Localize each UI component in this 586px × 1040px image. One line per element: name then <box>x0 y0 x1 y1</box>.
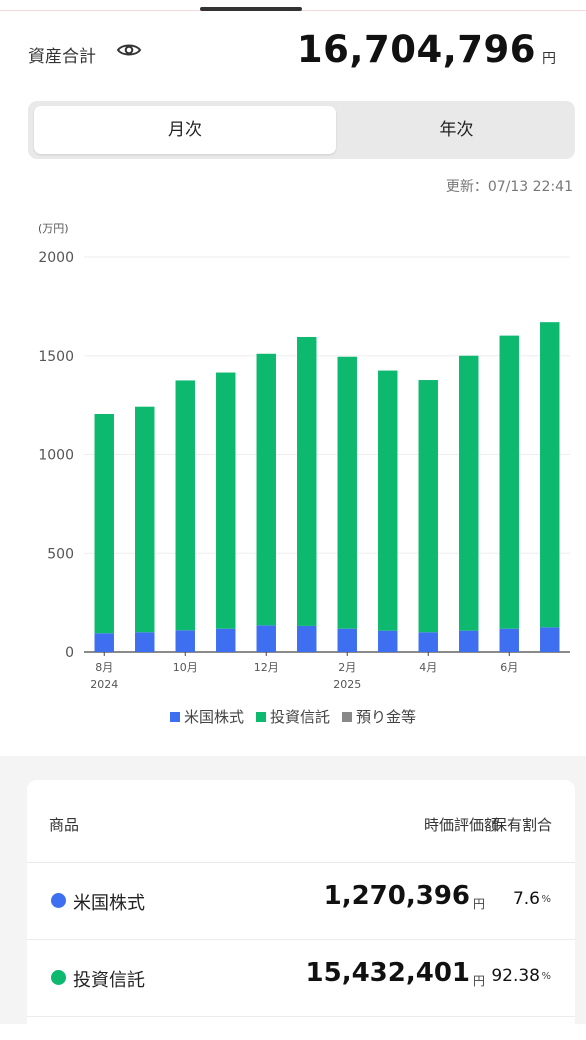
legend-swatch <box>169 712 180 722</box>
bar-segment <box>418 380 438 633</box>
tab-monthly[interactable]: 月次 <box>34 106 336 154</box>
updated-timestamp: 更新：07/13 22:41 <box>445 179 573 195</box>
legend-label: 投資信託 <box>269 708 330 726</box>
y-tick-label: 0 <box>65 645 74 661</box>
legend-item[interactable]: 米国株式 <box>169 706 244 727</box>
holding-name: 米国株式 <box>73 893 145 914</box>
bar-segment <box>540 322 560 628</box>
bar-segment <box>297 336 317 626</box>
bar-segment <box>337 628 357 652</box>
x-tick-year-label: 2024 <box>90 678 118 691</box>
holdings-header: 商品 時価評価額 保有割合 <box>27 780 575 863</box>
bar-segment <box>459 355 479 631</box>
holding-ratio: 7.6 <box>512 889 540 909</box>
bar-segment <box>499 628 519 652</box>
total-assets-value: 16,704,796 <box>296 28 536 71</box>
x-tick-year-label: 2025 <box>333 678 361 691</box>
x-tick-label: 2月 <box>338 661 356 674</box>
bar-segment <box>256 353 276 626</box>
holding-row-us-stocks[interactable]: 米国株式 1,270,396 円 7.6 % <box>27 863 575 940</box>
bar-segment <box>459 630 479 652</box>
y-tick-label: 500 <box>47 546 74 562</box>
holding-value: 15,432,401 <box>305 958 470 988</box>
legend-swatch <box>342 712 352 722</box>
bar-segment <box>378 630 398 652</box>
bar-segment <box>297 625 317 652</box>
y-axis-unit-label: (万円) <box>38 222 69 235</box>
holding-value: 1,270,396 <box>323 881 470 911</box>
holding-row-investment-trusts[interactable]: 投資信託 15,432,401 円 92.38 % <box>27 940 575 1017</box>
bar-segment <box>94 414 114 634</box>
eye-icon[interactable] <box>116 41 142 63</box>
x-tick-label: 8月 <box>95 661 113 674</box>
bar-segment <box>175 630 195 652</box>
x-tick-label: 10月 <box>173 661 198 674</box>
legend-item[interactable]: 投資信託 <box>255 706 330 727</box>
total-assets-unit: 円 <box>542 51 556 67</box>
holding-ratio-unit: % <box>541 894 551 905</box>
series-color-dot <box>51 970 66 985</box>
bar-segment <box>216 628 236 652</box>
legend-item[interactable]: 預り金等 <box>342 706 416 727</box>
asset-bar-chart: (万円) 0 500 1000 1500 2000 8月 2024 10月 12月 2月 2025 4月… <box>38 222 570 691</box>
holding-value-unit: 円 <box>472 897 485 911</box>
holding-value-unit: 円 <box>472 974 485 988</box>
bar-segment <box>94 633 114 652</box>
series-color-dot <box>51 893 66 908</box>
column-header-product: 商品 <box>49 816 80 834</box>
chart-legend: 米国株式 投資信託 預り金等 <box>0 706 586 727</box>
holding-ratio: 92.38 <box>491 966 540 986</box>
total-assets-label: 資産合計 <box>28 47 96 67</box>
y-tick-label: 1500 <box>38 349 74 365</box>
x-tick-label: 12月 <box>254 661 279 674</box>
total-assets-row: 資産合計 16,704,796 円 <box>28 28 578 76</box>
bar-segment <box>337 356 357 629</box>
holdings-card: 商品 時価評価額 保有割合 米国株式 1,270,396 円 7.6 % 投資信… <box>27 780 575 1040</box>
bar-segment <box>175 380 195 631</box>
bar-segment <box>540 627 560 652</box>
y-tick-label: 2000 <box>38 250 74 266</box>
holding-name: 投資信託 <box>73 970 145 991</box>
drag-handle[interactable] <box>200 7 302 11</box>
period-toggle: 月次 年次 <box>28 101 575 159</box>
bar-segment <box>378 370 398 631</box>
bar-segment <box>135 632 155 652</box>
bar-segment <box>216 372 236 629</box>
column-header-value: 時価評価額 <box>423 816 499 834</box>
x-tick-label: 4月 <box>419 661 437 674</box>
bar-segment <box>256 625 276 652</box>
tab-yearly[interactable]: 年次 <box>338 106 575 154</box>
bar-segment <box>135 406 155 633</box>
column-header-ratio: 保有割合 <box>491 816 552 834</box>
legend-swatch <box>255 712 266 722</box>
bar-segment <box>499 335 519 629</box>
holding-ratio-unit: % <box>541 971 551 982</box>
legend-label: 預り金等 <box>356 708 417 726</box>
legend-label: 米国株式 <box>183 708 244 726</box>
x-tick-label: 6月 <box>500 661 518 674</box>
bar-segment <box>418 632 438 652</box>
y-tick-label: 1000 <box>38 448 74 464</box>
